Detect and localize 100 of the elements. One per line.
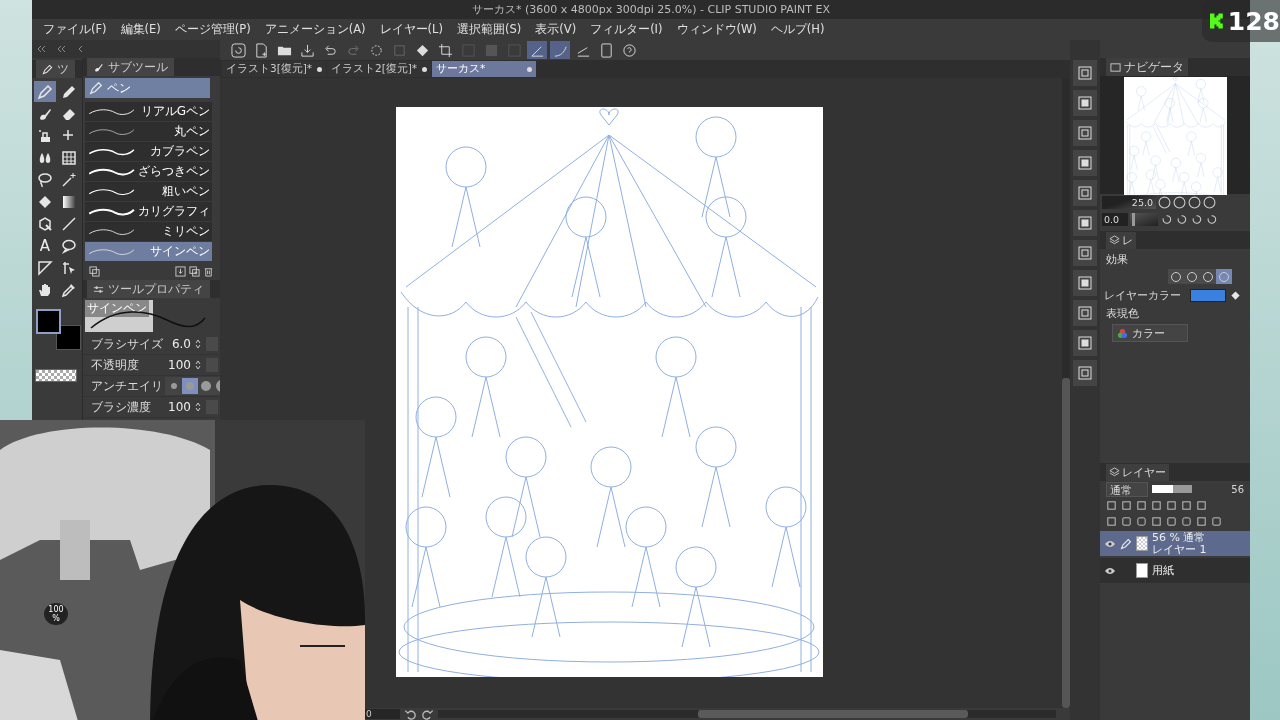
zoom-out-icon[interactable] bbox=[1158, 196, 1171, 209]
panel-button[interactable] bbox=[1073, 240, 1097, 266]
rotate-left-icon[interactable] bbox=[404, 707, 417, 720]
brush-item[interactable]: ざらつきペン bbox=[85, 162, 212, 182]
document-tab[interactable]: サーカス* bbox=[432, 61, 536, 77]
scrollbar-thumb[interactable] bbox=[698, 710, 968, 718]
layer-tool-icon[interactable] bbox=[1166, 499, 1177, 511]
antialias-option[interactable] bbox=[198, 378, 214, 394]
collapse-icon[interactable] bbox=[56, 44, 66, 54]
panel-tab[interactable]: ナビゲータ bbox=[1106, 57, 1188, 77]
panel-tab[interactable]: レ bbox=[1106, 231, 1136, 249]
panel-tab[interactable]: サブツール bbox=[87, 58, 174, 76]
layer-tool-icon[interactable] bbox=[1151, 499, 1162, 511]
subtool-group[interactable]: ペン bbox=[85, 78, 210, 98]
rotate-left-icon[interactable] bbox=[1160, 213, 1173, 226]
duplicate-icon[interactable] bbox=[189, 265, 200, 277]
panel-tab[interactable]: ツ bbox=[36, 60, 75, 78]
menu-item[interactable]: 編集(E) bbox=[113, 22, 168, 37]
menu-item[interactable]: 選択範囲(S) bbox=[450, 22, 529, 37]
flip-icon[interactable] bbox=[1205, 213, 1218, 226]
menu-item[interactable]: アニメーション(A) bbox=[257, 22, 373, 37]
eye-icon[interactable] bbox=[1104, 539, 1116, 548]
main-color-swatch[interactable] bbox=[36, 309, 61, 334]
brush-item[interactable]: リアルGペン bbox=[85, 102, 212, 122]
menu-item[interactable]: 表示(V) bbox=[528, 22, 584, 37]
panel-tab[interactable]: ツールプロパティ bbox=[87, 280, 210, 298]
menu-item[interactable]: レイヤー(L) bbox=[372, 22, 450, 37]
tool-button[interactable]: A bbox=[34, 235, 56, 256]
copy-icon[interactable] bbox=[89, 265, 100, 277]
effect-button[interactable] bbox=[1168, 269, 1184, 284]
menu-item[interactable]: ファイル(F) bbox=[36, 22, 114, 37]
spinner-icon[interactable] bbox=[195, 360, 201, 370]
brush-item[interactable]: カブラペン bbox=[85, 142, 212, 162]
collapse-icon[interactable] bbox=[36, 44, 46, 54]
menu-item[interactable]: ヘルプ(H) bbox=[763, 22, 832, 37]
layer-tool-icon[interactable] bbox=[1106, 515, 1117, 527]
layer-tool-icon[interactable] bbox=[1196, 515, 1207, 527]
brush-item[interactable]: 粗いペン bbox=[85, 182, 212, 202]
brush-item[interactable]: ミリペン bbox=[85, 222, 212, 242]
rotation-field[interactable]: 0.0 bbox=[1102, 213, 1128, 226]
panel-button[interactable] bbox=[1073, 150, 1097, 176]
menu-item[interactable]: フィルター(I) bbox=[583, 22, 670, 37]
opacity-value[interactable]: 56 bbox=[1231, 483, 1244, 495]
sub-color-swatch[interactable] bbox=[56, 325, 81, 350]
menu-item[interactable]: ページ管理(P) bbox=[167, 22, 258, 37]
fit-icon[interactable] bbox=[1203, 196, 1216, 209]
panel-button[interactable] bbox=[1073, 90, 1097, 116]
brush-item[interactable]: 丸ペン bbox=[85, 122, 212, 142]
spinner-icon[interactable] bbox=[195, 402, 201, 412]
layer-tool-icon[interactable] bbox=[1151, 515, 1162, 527]
menu-item[interactable]: ウィンドウ(W) bbox=[669, 22, 764, 37]
panel-button[interactable] bbox=[1073, 180, 1097, 206]
layer-tool-icon[interactable] bbox=[1121, 515, 1132, 527]
document-tab[interactable]: イラスト3[復元]* bbox=[222, 61, 326, 77]
document-tab[interactable]: イラスト2[復元]* bbox=[327, 61, 431, 77]
rotate-right-icon[interactable] bbox=[1175, 213, 1188, 226]
toolbar-button[interactable] bbox=[228, 41, 248, 59]
property-value[interactable]: 100 bbox=[167, 358, 193, 372]
layer-row[interactable]: 56 % 通常 レイヤー 1 bbox=[1100, 531, 1250, 556]
reset-icon[interactable] bbox=[1190, 213, 1203, 226]
layer-tool-icon[interactable] bbox=[1196, 499, 1207, 511]
layer-tool-icon[interactable] bbox=[1136, 515, 1147, 527]
panel-button[interactable] bbox=[1073, 360, 1097, 386]
fill-icon[interactable] bbox=[1230, 290, 1241, 301]
zoom-field[interactable]: 25.0 bbox=[1102, 196, 1156, 209]
toolbar-button[interactable] bbox=[527, 41, 547, 59]
layer-color-swatch[interactable] bbox=[1190, 289, 1226, 302]
property-value[interactable]: 100 bbox=[167, 400, 193, 414]
panel-button[interactable] bbox=[1073, 270, 1097, 296]
zoom-in-icon[interactable] bbox=[1173, 196, 1186, 209]
layer-tool-icon[interactable] bbox=[1136, 499, 1147, 511]
rotation-slider[interactable] bbox=[1130, 213, 1158, 226]
spinner-icon[interactable] bbox=[195, 339, 201, 349]
effect-button[interactable] bbox=[1200, 269, 1216, 284]
layer-tool-icon[interactable] bbox=[1181, 515, 1192, 527]
layer-tool-icon[interactable] bbox=[1211, 515, 1222, 527]
panel-button[interactable] bbox=[1073, 120, 1097, 146]
panel-button[interactable] bbox=[1073, 330, 1097, 356]
brush-item[interactable]: サインペン bbox=[85, 242, 212, 262]
fit-icon[interactable] bbox=[1188, 196, 1201, 209]
property-value[interactable]: 6.0 bbox=[167, 337, 193, 351]
panel-button[interactable] bbox=[1073, 60, 1097, 86]
layer-tool-icon[interactable] bbox=[1121, 499, 1132, 511]
transparent-swatch[interactable] bbox=[35, 369, 77, 382]
brush-item[interactable]: カリグラフィ bbox=[85, 202, 212, 222]
eye-icon[interactable] bbox=[1104, 566, 1116, 575]
layer-tool-icon[interactable] bbox=[1166, 515, 1177, 527]
download-icon[interactable] bbox=[175, 265, 186, 277]
expression-dropdown[interactable]: カラー bbox=[1112, 324, 1188, 342]
panel-tab[interactable]: レイヤー bbox=[1106, 463, 1169, 481]
slider-thumb[interactable] bbox=[1173, 485, 1177, 493]
rotation-field[interactable]: 0 bbox=[364, 709, 400, 719]
layer-tool-icon[interactable] bbox=[1181, 499, 1192, 511]
rotate-right-icon[interactable] bbox=[421, 707, 434, 720]
slider-thumb[interactable] bbox=[1131, 213, 1135, 226]
layer-tool-icon[interactable] bbox=[1106, 499, 1117, 511]
opacity-slider[interactable] bbox=[1152, 485, 1192, 493]
panel-button[interactable] bbox=[1073, 210, 1097, 236]
panel-button[interactable] bbox=[1073, 300, 1097, 326]
trash-icon[interactable] bbox=[203, 265, 214, 277]
